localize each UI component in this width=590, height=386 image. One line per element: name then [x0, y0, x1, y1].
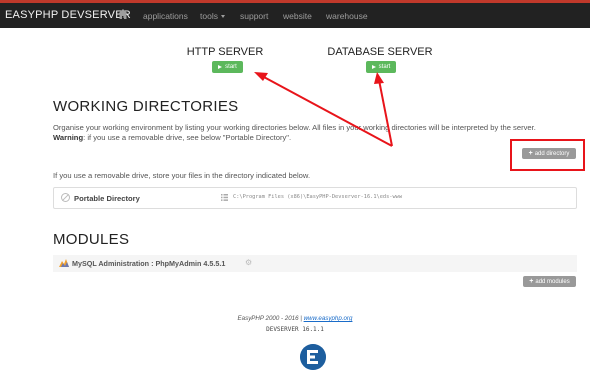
- module-row: MySQL Administration : PhpMyAdmin 4.5.5.…: [53, 255, 577, 272]
- modules-heading: MODULES: [53, 231, 130, 248]
- footer-version: DEVSERVER 16.1.1: [266, 326, 324, 333]
- phpmyadmin-icon: [59, 259, 69, 267]
- removable-note: If you use a removable drive, store your…: [53, 171, 311, 180]
- http-start-button[interactable]: start: [212, 61, 243, 73]
- chevron-down-icon: [220, 15, 225, 19]
- arrow-head-http: [254, 72, 268, 81]
- copyright-text: EasyPHP 2000 - 2016 |: [237, 315, 304, 322]
- nav-website[interactable]: website: [283, 11, 312, 21]
- portable-directory-path: C:\Program Files (x86)\EasyPHP-Devserver…: [233, 194, 403, 200]
- working-warning: Warning: if you use a removable drive, s…: [53, 133, 291, 142]
- add-directory-button[interactable]: + add directory: [522, 148, 576, 159]
- arrow-to-database-start: [378, 79, 393, 147]
- play-icon: [218, 65, 223, 69]
- plus-icon: +: [529, 278, 534, 285]
- easyphp-logo-icon[interactable]: [300, 344, 326, 370]
- footer-copyright: EasyPHP 2000 - 2016 | www.easyphp.org: [0, 315, 590, 322]
- home-icon[interactable]: [117, 8, 129, 20]
- nav-warehouse[interactable]: warehouse: [326, 11, 368, 21]
- module-label: MySQL Administration : PhpMyAdmin 4.5.5.…: [72, 259, 226, 268]
- add-modules-label: add modules: [535, 278, 570, 285]
- warning-label: Warning: [53, 133, 84, 142]
- working-description: Organise your working environment by lis…: [53, 123, 536, 132]
- database-server-title: DATABASE SERVER: [327, 46, 433, 58]
- play-icon: [371, 65, 376, 69]
- add-modules-button[interactable]: + add modules: [523, 276, 576, 287]
- plus-icon: +: [528, 150, 533, 157]
- navbar: EASYPHP DEVSERVER applications tools sup…: [0, 3, 590, 28]
- http-server-title: HTTP SERVER: [186, 46, 264, 58]
- working-directories-heading: WORKING DIRECTORIES: [53, 98, 239, 115]
- list-icon: [221, 194, 228, 201]
- http-start-label: start: [225, 64, 237, 70]
- database-start-button[interactable]: start: [366, 61, 396, 73]
- warning-text: : if you use a removable drive, see belo…: [83, 133, 292, 142]
- brand-title[interactable]: EASYPHP DEVSERVER: [5, 9, 131, 21]
- add-directory-label: add directory: [534, 150, 570, 157]
- portable-directory-panel: Portable Directory C:\Program Files (x86…: [53, 187, 577, 209]
- disabled-icon: [61, 193, 70, 202]
- arrow-head-database: [374, 72, 384, 84]
- nav-support[interactable]: support: [240, 11, 268, 21]
- nav-tools[interactable]: tools: [200, 11, 225, 21]
- gear-icon[interactable]: ⚙: [245, 258, 252, 267]
- easyphp-site-link[interactable]: www.easyphp.org: [304, 315, 353, 322]
- database-start-label: start: [378, 64, 391, 70]
- nav-tools-label: tools: [200, 11, 218, 21]
- portable-directory-label: Portable Directory: [74, 194, 140, 203]
- nav-applications[interactable]: applications: [143, 11, 188, 21]
